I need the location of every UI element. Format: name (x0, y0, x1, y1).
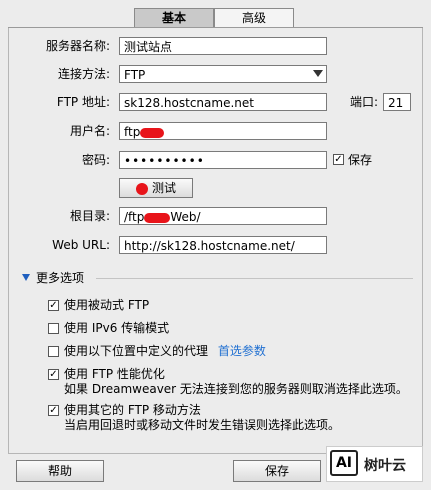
dropdown-arrow-icon (313, 70, 323, 77)
save-button[interactable]: 保存 (233, 460, 321, 482)
watermark-text: 树叶云 (364, 458, 406, 474)
save-password-label: 保存 (348, 153, 373, 167)
proxy-label-row: 使用以下位置中定义的代理 首选参数 (64, 342, 266, 360)
watermark: AI 树叶云 (326, 446, 423, 482)
passive-ftp-label: 使用被动式 FTP (64, 298, 150, 312)
web-url-label: Web URL: (52, 238, 110, 252)
port-input[interactable]: 21 (383, 93, 411, 111)
ftp-performance-desc: 如果 Dreamweaver 无法连接到您的服务器则取消选择此选项。 (64, 382, 408, 396)
port-label: 端口: (350, 95, 379, 109)
username-value: ftp (124, 125, 141, 139)
proxy-label: 使用以下位置中定义的代理 (64, 344, 209, 358)
server-name-label: 服务器名称: (45, 39, 110, 53)
test-button[interactable]: 测试 (119, 178, 193, 198)
redaction-mark (135, 182, 148, 195)
alt-move-method-desc: 当启用回退时或移动文件时发生错误则选择此选项。 (64, 418, 341, 432)
passive-ftp-checkbox[interactable]: ✓ (48, 300, 59, 311)
ipv6-checkbox[interactable] (48, 323, 59, 334)
connect-method-value: FTP (124, 68, 146, 82)
password-label: 密码: (81, 153, 110, 167)
alt-move-method-checkbox[interactable]: ✓ (48, 405, 59, 416)
save-password-checkbox[interactable]: ✓ (333, 154, 344, 165)
root-dir-prefix: /ftp (124, 210, 145, 224)
root-dir-label: 根目录: (69, 209, 110, 223)
ftp-performance-checkbox[interactable]: ✓ (48, 369, 59, 380)
tab-basic[interactable]: 基本 (134, 8, 214, 28)
root-dir-input[interactable]: /ftp Web/ (119, 207, 327, 225)
username-input[interactable]: ftp (119, 122, 327, 140)
more-options-divider (96, 278, 413, 279)
help-button[interactable]: 帮助 (16, 460, 104, 482)
root-dir-suffix: Web/ (170, 210, 201, 224)
redaction-mark (144, 212, 171, 223)
web-url-input[interactable]: http://sk128.hostcname.net/ (119, 236, 327, 254)
more-options-title[interactable]: 更多选项 (36, 269, 84, 287)
expand-triangle-icon[interactable] (22, 274, 30, 281)
tab-advanced[interactable]: 高级 (214, 8, 294, 28)
server-name-input[interactable]: 测试站点 (119, 37, 327, 55)
username-label: 用户名: (69, 124, 110, 138)
watermark-logo: AI (330, 450, 358, 476)
password-input[interactable]: •••••••••• (119, 151, 327, 169)
proxy-checkbox[interactable] (48, 346, 59, 357)
ftp-address-label: FTP 地址: (56, 95, 110, 109)
redaction-mark (140, 127, 165, 138)
test-button-label: 测试 (151, 181, 176, 195)
preferences-link[interactable]: 首选参数 (218, 344, 266, 358)
connect-method-select[interactable]: FTP (119, 65, 327, 83)
ipv6-label: 使用 IPv6 传输模式 (64, 321, 170, 335)
ftp-address-input[interactable]: sk128.hostcname.net (119, 93, 327, 111)
connect-method-label: 连接方法: (57, 67, 110, 81)
